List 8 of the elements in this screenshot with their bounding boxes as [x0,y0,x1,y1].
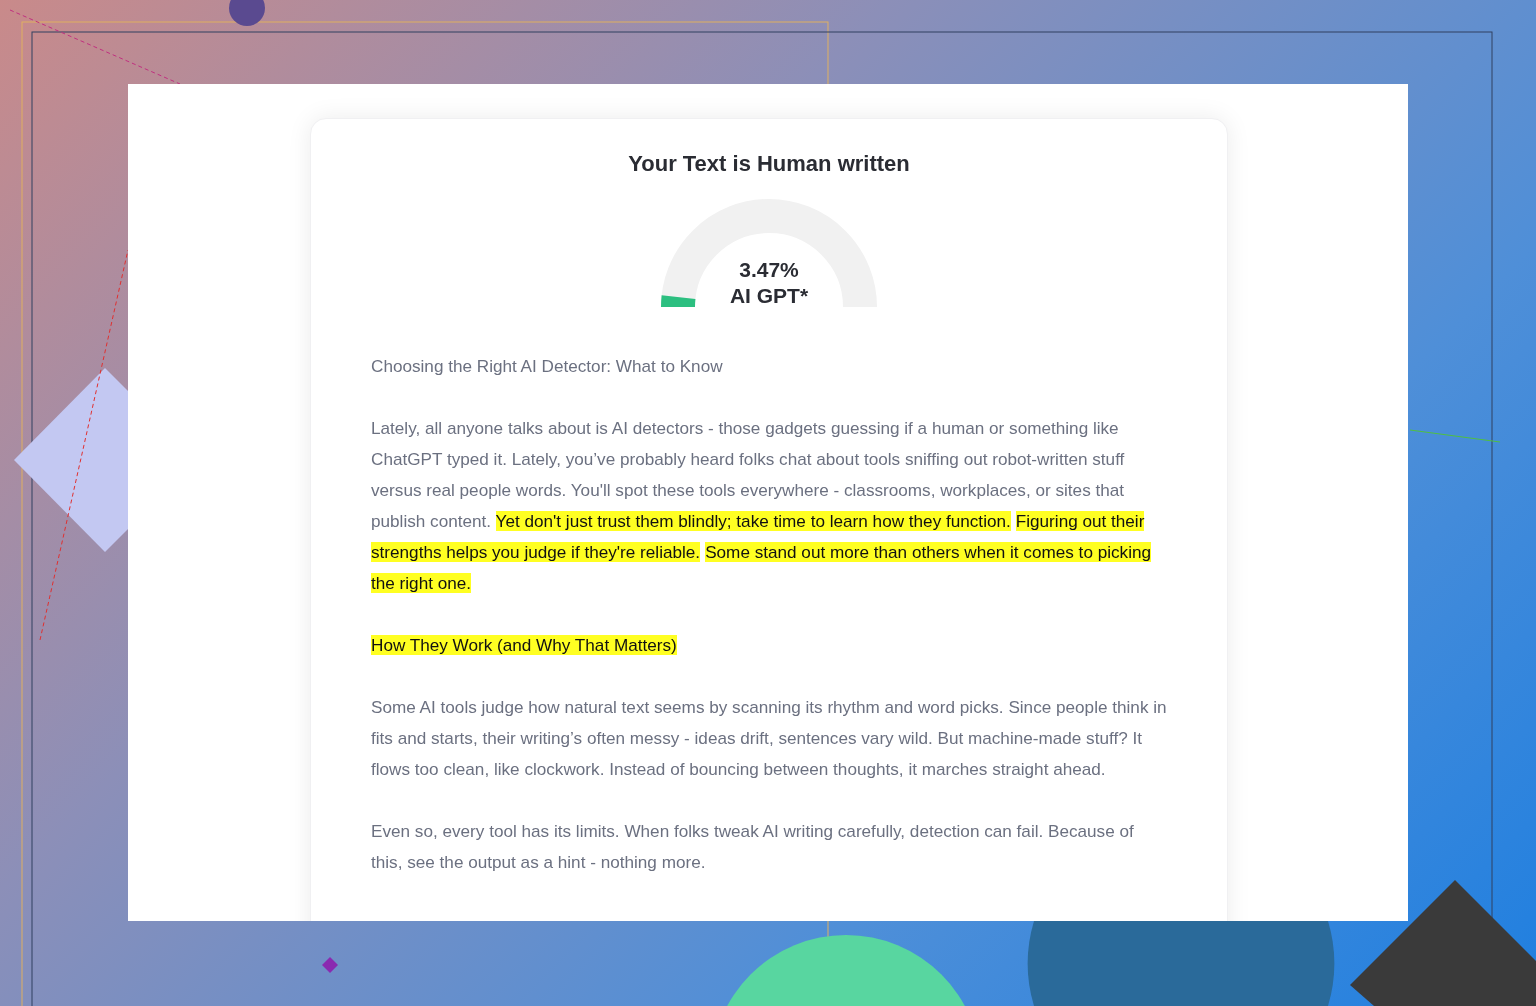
ai-percentage: 3.47% [739,257,799,283]
diamond-shape [322,957,338,973]
result-title: Your Text is Human written [627,151,911,177]
paragraph: Choosing the Right AI Detector: What to Know [371,355,724,378]
paragraph: Some AI tools judge how natural text seems by scanning its rhythm and word picks. Since people think in fits and starts, their writing’s often messy - ideas drift, sentences vary wild. But machine-made stuff? It flows too clean, like clockwork. Instead of bouncing between thoughts, it marches straight ahead. [371,696,1167,781]
paragraph: How They Work (and Why That Matters) [371,634,678,657]
gauge-label: AI GPT* [729,283,809,309]
paragraph: Even so, every tool has its limits. When folks tweak AI writing carefully, detection can fail. Because of this, see the output as a hint - nothing more. [371,820,1135,874]
